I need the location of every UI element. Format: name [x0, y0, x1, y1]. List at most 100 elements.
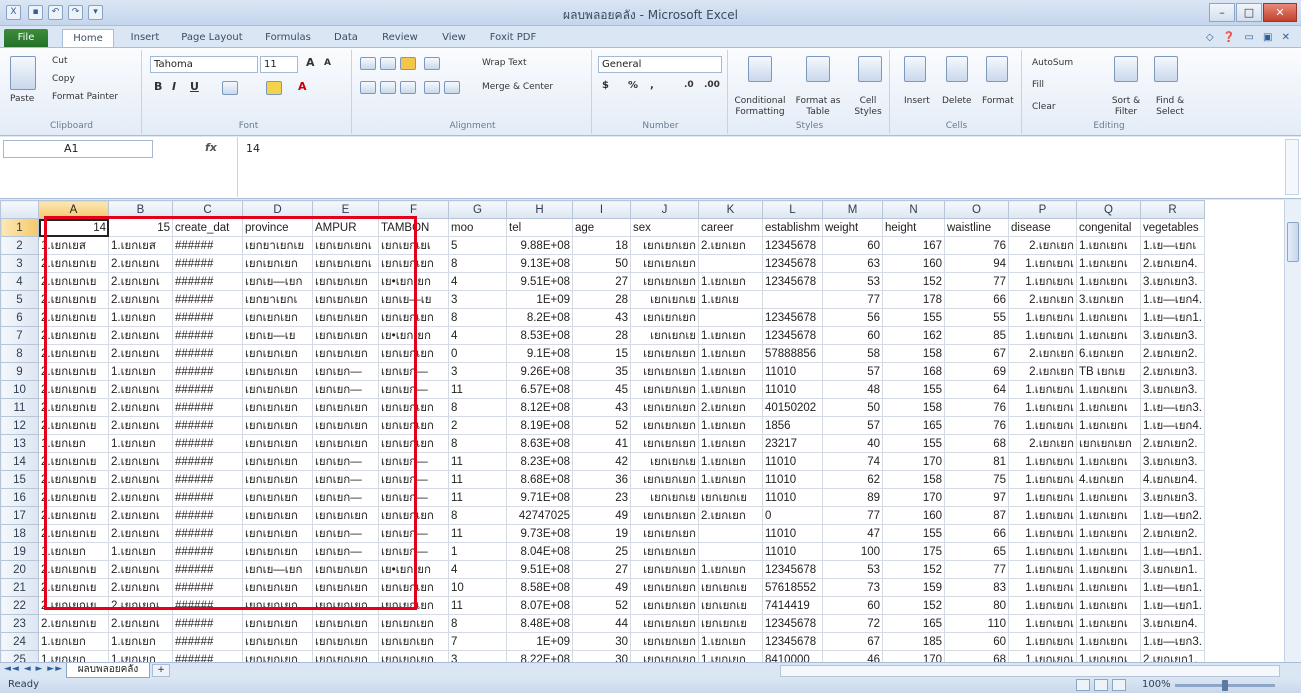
cell-h3[interactable]: 9.13E+08: [506, 254, 573, 273]
normal-view-icon[interactable]: [1076, 679, 1090, 691]
cell-j17[interactable]: เยกเยกเยก: [630, 506, 699, 525]
column-header-j[interactable]: J: [630, 200, 699, 219]
cell-i4[interactable]: 27: [572, 272, 631, 291]
cell-e8[interactable]: เยกเยกเยก: [312, 344, 379, 363]
cell-l14[interactable]: 11010: [762, 452, 823, 471]
row-header[interactable]: 2: [0, 236, 39, 255]
cell-h24[interactable]: 1E+09: [506, 632, 573, 651]
cell-h23[interactable]: 8.48E+08: [506, 614, 573, 633]
cell-n24[interactable]: 185: [882, 632, 945, 651]
insert-cells-icon[interactable]: [904, 56, 926, 82]
cell-i1[interactable]: age: [572, 218, 631, 237]
cell-l24[interactable]: 12345678: [762, 632, 823, 651]
cell-p10[interactable]: 1.เยกเยกเ: [1008, 380, 1077, 399]
row-header[interactable]: 3: [0, 254, 39, 273]
cell-a17[interactable]: 2.เยกเยกเย: [38, 506, 109, 525]
cell-n1[interactable]: height: [882, 218, 945, 237]
bold-icon[interactable]: B: [154, 80, 162, 93]
cell-n4[interactable]: 152: [882, 272, 945, 291]
name-box[interactable]: A1: [3, 140, 153, 158]
cell-l22[interactable]: 7414419: [762, 596, 823, 615]
cell-n20[interactable]: 152: [882, 560, 945, 579]
cell-p15[interactable]: 1.เยกเยกเ: [1008, 470, 1077, 489]
wrap-text-button[interactable]: Wrap Text: [482, 58, 527, 69]
cell-r16[interactable]: 3.เยกเยก3.: [1140, 488, 1205, 507]
cell-i13[interactable]: 41: [572, 434, 631, 453]
cell-c21[interactable]: ######: [172, 578, 243, 597]
cell-l25[interactable]: 8410000: [762, 650, 823, 662]
cell-c20[interactable]: ######: [172, 560, 243, 579]
cell-l8[interactable]: 57888856: [762, 344, 823, 363]
cell-e9[interactable]: เยกเยก—: [312, 362, 379, 381]
fill-button[interactable]: Fill: [1032, 80, 1044, 91]
cell-d20[interactable]: เยกเย—เยก: [242, 560, 313, 579]
cell-q22[interactable]: 1.เยกเยกเ: [1076, 596, 1141, 615]
cell-n6[interactable]: 155: [882, 308, 945, 327]
cell-h25[interactable]: 8.22E+08: [506, 650, 573, 662]
format-as-table-button[interactable]: Format as Table: [792, 96, 844, 118]
cell-r23[interactable]: 3.เยกเยก4.: [1140, 614, 1205, 633]
cell-q21[interactable]: 1.เยกเยกเ: [1076, 578, 1141, 597]
cell-b18[interactable]: 2.เยกเยกเ: [108, 524, 173, 543]
column-header-q[interactable]: Q: [1076, 200, 1141, 219]
cell-p14[interactable]: 1.เยกเยกเ: [1008, 452, 1077, 471]
cell-c11[interactable]: ######: [172, 398, 243, 417]
cell-r11[interactable]: 1.เย—เยก3.: [1140, 398, 1205, 417]
cell-e17[interactable]: เยกเยกเยก: [312, 506, 379, 525]
cell-r17[interactable]: 1.เย—เยก2.: [1140, 506, 1205, 525]
cell-f18[interactable]: เยกเยก—: [378, 524, 449, 543]
cell-b2[interactable]: 1.เยกเยส: [108, 236, 173, 255]
cell-d19[interactable]: เยกเยกเยก: [242, 542, 313, 561]
cell-k5[interactable]: 1.เยกเย: [698, 290, 763, 309]
cell-f5[interactable]: เยกเย—เย: [378, 290, 449, 309]
cell-p6[interactable]: 1.เยกเยกเ: [1008, 308, 1077, 327]
select-all-corner[interactable]: [0, 200, 39, 219]
cell-o19[interactable]: 65: [944, 542, 1009, 561]
cell-k6[interactable]: [698, 308, 763, 327]
align-center-icon[interactable]: [380, 81, 396, 94]
cell-g14[interactable]: 11: [448, 452, 507, 471]
cell-q11[interactable]: 1.เยกเยกเ: [1076, 398, 1141, 417]
cell-r13[interactable]: 2.เยกเยก2.: [1140, 434, 1205, 453]
row-header[interactable]: 11: [0, 398, 39, 417]
cell-o4[interactable]: 77: [944, 272, 1009, 291]
cell-f1[interactable]: TAMBON: [378, 218, 449, 237]
cell-j19[interactable]: เยกเยกเยก: [630, 542, 699, 561]
cell-j2[interactable]: เยกเยกเยก: [630, 236, 699, 255]
vertical-scrollbar[interactable]: [1284, 200, 1301, 662]
cell-c13[interactable]: ######: [172, 434, 243, 453]
cell-c5[interactable]: ######: [172, 290, 243, 309]
cell-e12[interactable]: เยกเยกเยก: [312, 416, 379, 435]
cell-e3[interactable]: เยกเยกเยกเ: [312, 254, 379, 273]
worksheet-grid[interactable]: ABCDEFGHIJKLMNOPQR 1 14 15 create_dat provin…: [0, 200, 1301, 662]
cell-f20[interactable]: เย•เยกเยก: [378, 560, 449, 579]
cell-b21[interactable]: 2.เยกเยกเ: [108, 578, 173, 597]
cell-e15[interactable]: เยกเยก—: [312, 470, 379, 489]
cell-n19[interactable]: 175: [882, 542, 945, 561]
cell-p12[interactable]: 1.เยกเยกเ: [1008, 416, 1077, 435]
cell-n15[interactable]: 158: [882, 470, 945, 489]
cell-j14[interactable]: เยกเยกเย: [630, 452, 699, 471]
cell-styles-button[interactable]: Cell Styles: [848, 96, 888, 118]
cell-l9[interactable]: 11010: [762, 362, 823, 381]
paste-button[interactable]: Paste: [10, 94, 34, 105]
cell-q25[interactable]: 1.เยกเยกเ: [1076, 650, 1141, 662]
cell-j23[interactable]: เยกเยกเยก: [630, 614, 699, 633]
cell-f22[interactable]: เยกเยกเยก: [378, 596, 449, 615]
delete-button[interactable]: Delete: [942, 96, 972, 107]
row-header[interactable]: 15: [0, 470, 39, 489]
cell-m9[interactable]: 57: [822, 362, 883, 381]
cell-a25[interactable]: 1.เยกเยก: [38, 650, 109, 662]
cell-h18[interactable]: 9.73E+08: [506, 524, 573, 543]
cell-m5[interactable]: 77: [822, 290, 883, 309]
cell-o8[interactable]: 67: [944, 344, 1009, 363]
cell-e11[interactable]: เยกเยกเยก: [312, 398, 379, 417]
cell-f9[interactable]: เยกเยก—: [378, 362, 449, 381]
column-header-d[interactable]: D: [242, 200, 313, 219]
column-header-e[interactable]: E: [312, 200, 379, 219]
cell-d1[interactable]: province: [242, 218, 313, 237]
cell-d5[interactable]: เยกยาเยกเ: [242, 290, 313, 309]
cell-h7[interactable]: 8.53E+08: [506, 326, 573, 345]
cell-p2[interactable]: 2.เยกเยก: [1008, 236, 1077, 255]
cell-l15[interactable]: 11010: [762, 470, 823, 489]
